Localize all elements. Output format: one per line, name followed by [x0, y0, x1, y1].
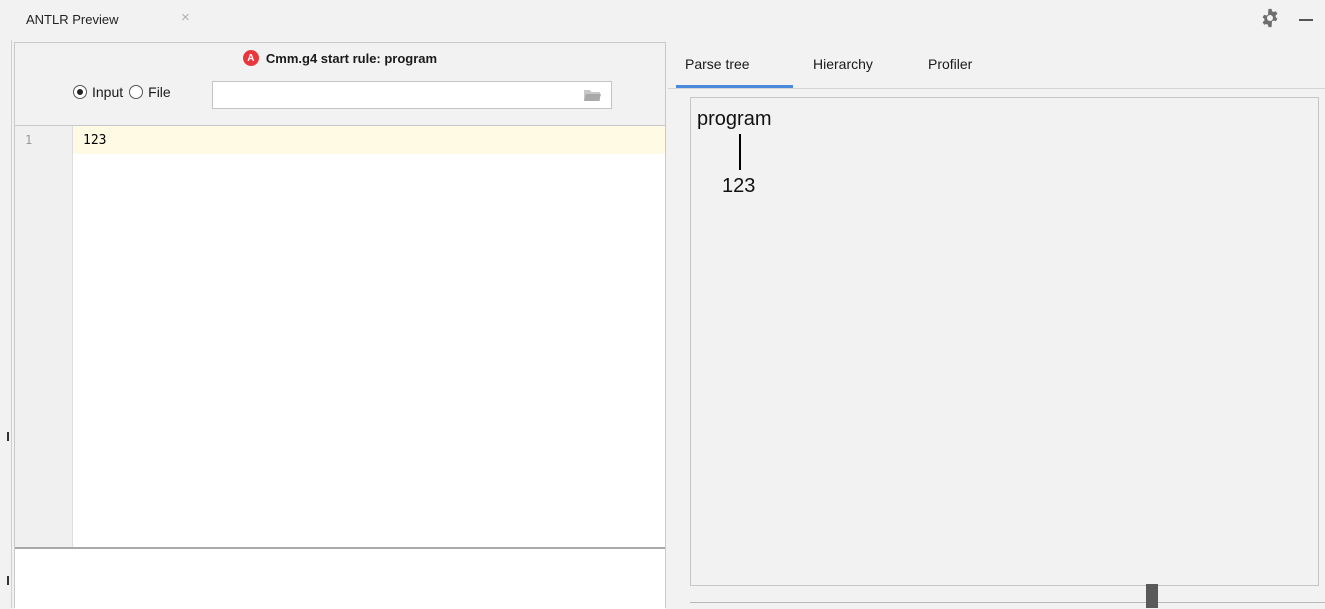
- folder-open-icon[interactable]: [583, 89, 601, 102]
- file-radio-label[interactable]: File: [148, 84, 171, 100]
- line-number: 1: [25, 133, 33, 147]
- line-number-gutter: 1: [15, 126, 73, 547]
- close-icon[interactable]: ×: [181, 9, 190, 26]
- input-panel: A Cmm.g4 start rule: program Input File …: [14, 42, 666, 609]
- file-path-field[interactable]: [212, 81, 612, 109]
- grammar-info: A Cmm.g4 start rule: program: [15, 50, 665, 66]
- edge-marker: [7, 432, 9, 441]
- file-radio[interactable]: [129, 85, 144, 99]
- minimize-icon[interactable]: [1299, 19, 1313, 21]
- tool-window-tab-title[interactable]: ANTLR Preview: [26, 12, 118, 27]
- tool-window-header: ANTLR Preview ×: [0, 0, 1325, 40]
- grammar-label: Cmm.g4 start rule: program: [265, 50, 438, 66]
- tree-edge: [739, 134, 741, 170]
- edge-marker: [7, 576, 9, 585]
- tab-hierarchy[interactable]: Hierarchy: [813, 56, 873, 72]
- current-line-highlight: [15, 126, 665, 154]
- gear-icon[interactable]: [1259, 7, 1281, 29]
- console-output[interactable]: [15, 547, 665, 609]
- input-source-selector: Input File: [73, 84, 177, 100]
- output-panel: Parse tree Hierarchy Profiler program 12…: [668, 42, 1325, 608]
- tree-node-root[interactable]: program: [697, 108, 771, 131]
- code-line[interactable]: 123: [83, 133, 106, 148]
- tree-node-leaf[interactable]: 123: [722, 175, 755, 198]
- tab-parse-tree[interactable]: Parse tree: [685, 56, 750, 72]
- divider: [668, 88, 1325, 89]
- tab-profiler[interactable]: Profiler: [928, 56, 972, 72]
- parse-tree-view[interactable]: program 123: [690, 97, 1319, 586]
- input-radio[interactable]: [73, 85, 87, 99]
- antlr-icon: A: [242, 50, 259, 66]
- scrollbar-thumb[interactable]: [1146, 584, 1158, 608]
- input-editor[interactable]: 1 123: [15, 126, 665, 547]
- input-radio-label[interactable]: Input: [92, 84, 123, 100]
- left-window-edge: [0, 0, 12, 608]
- horizontal-scrollbar-track[interactable]: [690, 602, 1325, 603]
- file-path-input[interactable]: [217, 83, 581, 109]
